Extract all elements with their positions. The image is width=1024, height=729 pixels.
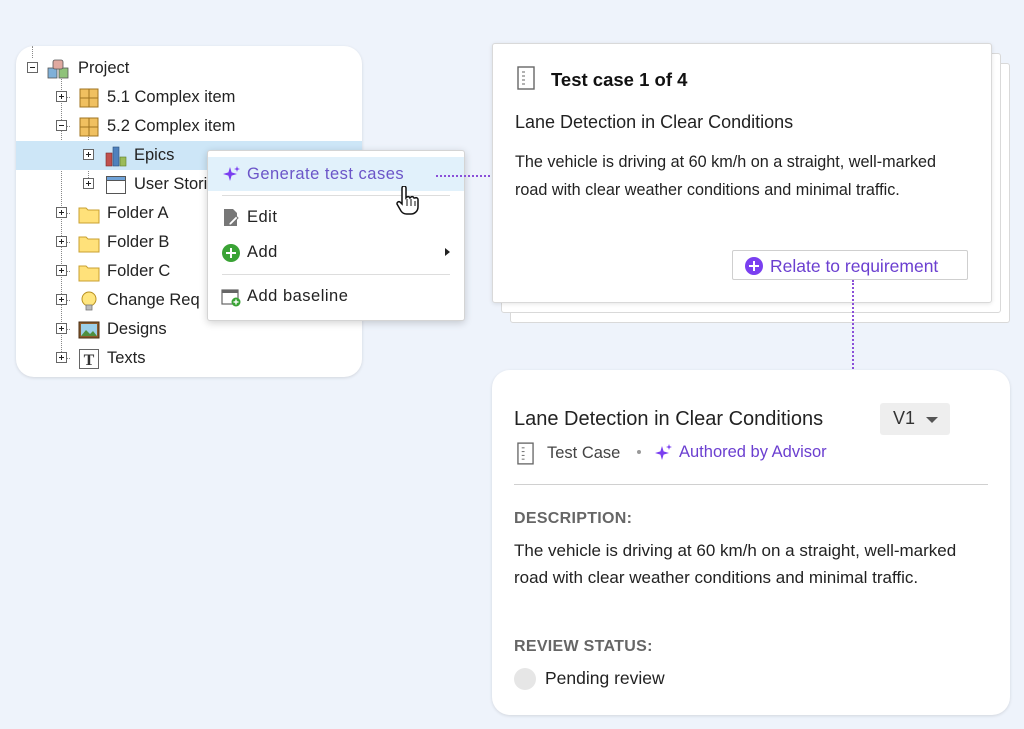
review-status-value: Pending review <box>545 668 665 688</box>
sparkle-icon <box>655 444 672 460</box>
version-label: V1 <box>893 408 916 428</box>
test-case-document-icon <box>517 66 535 90</box>
tree-node-label: Folder A <box>107 204 169 222</box>
menu-item-label: Add baseline <box>247 287 349 305</box>
review-status-heading: REVIEW STATUS: <box>514 638 653 655</box>
tree-node-label: Folder B <box>107 233 170 251</box>
svg-text:T: T <box>84 352 95 369</box>
text-icon: T <box>79 349 99 369</box>
tree-node-texts[interactable]: T Texts <box>16 344 362 373</box>
separator-dot <box>637 450 641 454</box>
status-indicator-icon <box>514 668 536 690</box>
tree-node-complex-item-5-1[interactable]: 5.1 Complex item <box>16 83 362 112</box>
expand-toggle[interactable] <box>56 207 67 218</box>
add-baseline-icon <box>221 289 241 307</box>
menu-item-generate-test-cases[interactable]: Generate test cases <box>208 157 464 191</box>
project-icon <box>47 59 69 79</box>
tree-node-label: 5.1 Complex item <box>107 88 236 106</box>
expand-toggle[interactable] <box>83 178 94 189</box>
authored-by-advisor-label: Authored by Advisor <box>679 443 827 461</box>
menu-divider <box>222 274 450 275</box>
description-heading: DESCRIPTION: <box>514 510 633 527</box>
collapse-toggle[interactable] <box>56 120 67 131</box>
expand-toggle[interactable] <box>56 91 67 102</box>
add-circle-icon <box>745 257 763 275</box>
expand-toggle[interactable] <box>56 323 67 334</box>
tree-node-label: Epics <box>134 146 175 164</box>
folder-icon <box>78 265 100 282</box>
expand-toggle[interactable] <box>56 265 67 276</box>
tree-node-label: 5.2 Complex item <box>107 117 236 135</box>
card-title: Test case 1 of 4 <box>551 69 688 90</box>
tree-node-label: Project <box>78 59 130 77</box>
chevron-down-icon <box>926 417 938 423</box>
image-picture-icon <box>78 321 100 339</box>
complex-item-icon <box>79 117 99 137</box>
edit-document-icon <box>224 209 239 226</box>
epics-icon <box>105 146 127 167</box>
hand-pointer-cursor-icon <box>396 186 419 215</box>
menu-item-add-baseline[interactable]: Add baseline <box>208 279 464 313</box>
test-case-detail-panel: Lane Detection in Clear Conditions V1 Te… <box>492 370 1010 715</box>
folder-icon <box>78 207 100 224</box>
submenu-arrow-icon <box>445 248 450 256</box>
expand-toggle[interactable] <box>83 149 94 160</box>
card-heading: Lane Detection in Clear Conditions <box>515 112 794 132</box>
button-label: Relate to requirement <box>770 256 939 276</box>
folder-icon <box>78 236 100 253</box>
user-stories-icon <box>106 176 126 194</box>
collapse-toggle[interactable] <box>27 62 38 73</box>
complex-item-icon <box>79 88 99 108</box>
test-case-document-icon <box>517 442 534 465</box>
tree-node-label: Texts <box>107 349 146 367</box>
tree-node-project[interactable]: Project <box>16 54 362 83</box>
menu-item-label: Edit <box>247 208 278 226</box>
item-type-label: Test Case <box>547 444 621 462</box>
add-circle-icon <box>222 244 240 262</box>
menu-item-label: Add <box>247 243 278 261</box>
sparkle-icon <box>223 166 240 181</box>
tree-node-label: User Stori <box>134 175 208 193</box>
menu-item-edit[interactable]: Edit <box>208 200 464 234</box>
lightbulb-icon <box>81 291 97 311</box>
test-case-card: Test case 1 of 4 Lane Detection in Clear… <box>492 43 992 303</box>
menu-item-add[interactable]: Add <box>208 235 464 269</box>
expand-toggle[interactable] <box>56 352 67 363</box>
relate-to-requirement-button[interactable]: Relate to requirement <box>732 250 968 280</box>
card-description: The vehicle is driving at 60 km/h on a s… <box>515 153 937 199</box>
detail-title: Lane Detection in Clear Conditions <box>514 408 824 430</box>
version-dropdown[interactable]: V1 <box>880 403 950 435</box>
divider <box>514 484 988 485</box>
tree-node-complex-item-5-2[interactable]: 5.2 Complex item <box>16 112 362 141</box>
menu-item-label: Generate test cases <box>247 165 405 183</box>
tree-node-label: Designs <box>107 320 167 338</box>
context-menu: Generate test cases Edit Add Add baselin… <box>207 150 465 321</box>
expand-toggle[interactable] <box>56 236 67 247</box>
tree-node-label: Change Req <box>107 291 200 309</box>
expand-toggle[interactable] <box>56 294 67 305</box>
detail-description: The vehicle is driving at 60 km/h on a s… <box>514 541 957 587</box>
tree-node-label: Folder C <box>107 262 171 280</box>
